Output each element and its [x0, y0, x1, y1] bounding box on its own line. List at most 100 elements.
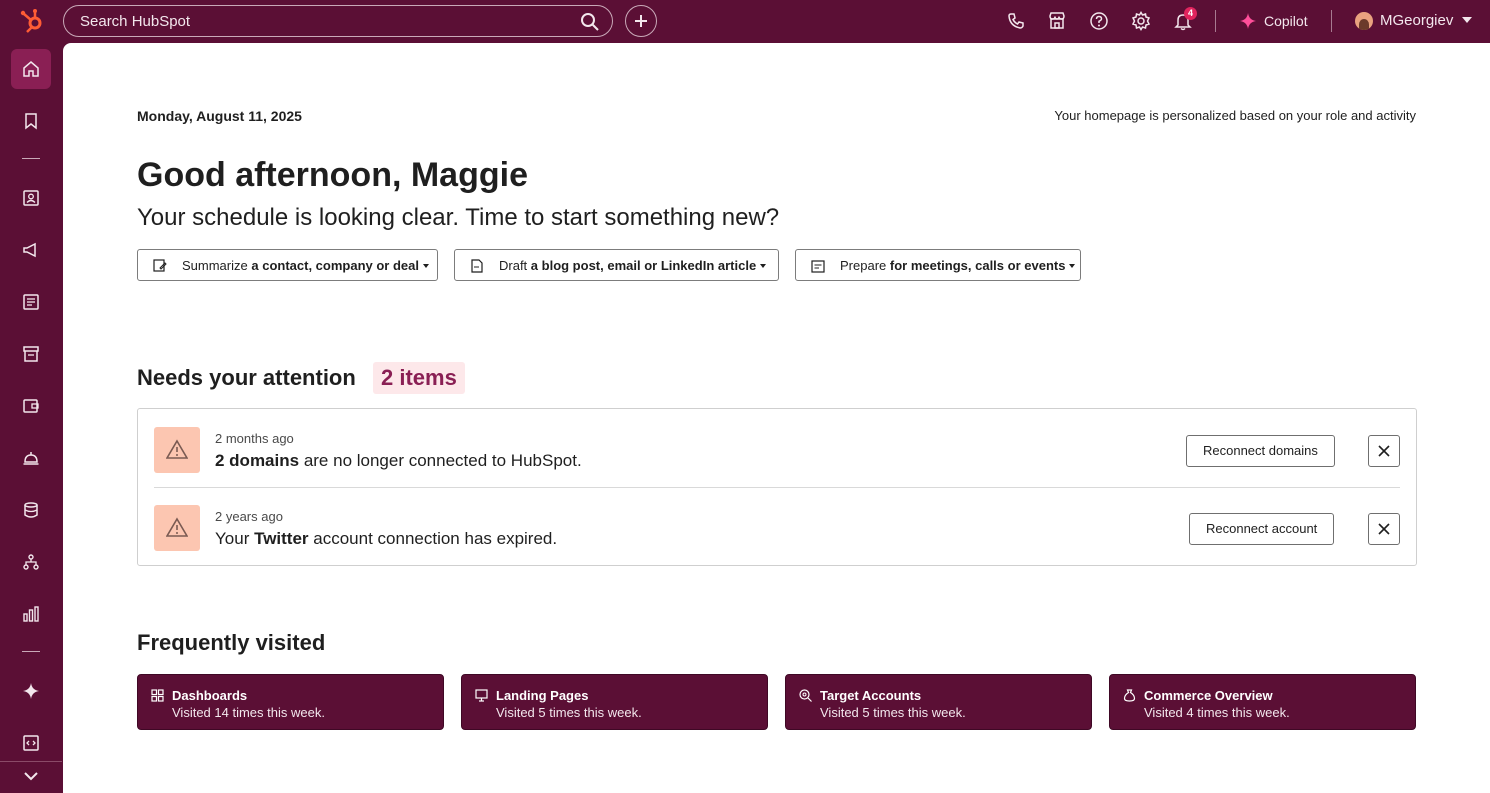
nav-data-management[interactable] — [11, 490, 51, 530]
topbar-divider — [1331, 10, 1332, 32]
nav-service[interactable] — [11, 438, 51, 478]
nav-sales[interactable] — [11, 386, 51, 426]
warning-icon-box — [154, 505, 200, 551]
page-subtitle: Your schedule is looking clear. Time to … — [137, 204, 780, 231]
contacts-icon — [23, 190, 39, 206]
close-icon — [1378, 445, 1390, 457]
summarize-icon — [153, 259, 167, 272]
frequent-title: Frequently visited — [137, 630, 326, 655]
attention-title: Needs your attention — [137, 365, 356, 390]
current-date: Monday, August 11, 2025 — [137, 108, 302, 124]
phone-icon[interactable] — [1006, 11, 1026, 31]
nav-commerce[interactable] — [11, 334, 51, 374]
nav-divider — [0, 761, 62, 762]
attention-count-badge: 2 items — [373, 362, 465, 394]
nav-separator — [22, 158, 40, 159]
dismiss-button[interactable] — [1368, 435, 1400, 467]
summarize-label: Summarize a contact, company or deal — [182, 258, 429, 273]
warning-icon-box — [154, 427, 200, 473]
draft-label: Draft a blog post, email or LinkedIn art… — [499, 258, 767, 273]
workflow-icon — [23, 554, 39, 570]
visited-card-subtitle: Visited 4 times this week. — [1144, 705, 1290, 720]
monitor-icon — [475, 689, 488, 702]
nav-automation[interactable] — [11, 542, 51, 582]
summarize-button[interactable]: Summarize a contact, company or deal — [137, 249, 438, 281]
draft-icon — [471, 259, 483, 273]
money-bag-icon — [1123, 689, 1136, 702]
target-search-icon — [799, 689, 812, 702]
help-icon[interactable] — [1089, 11, 1109, 31]
megaphone-icon — [23, 242, 36, 258]
content-icon — [23, 294, 39, 310]
attention-message: 2 domains are no longer connected to Hub… — [215, 451, 582, 470]
main-content: Monday, August 11, 2025 Your homepage is… — [63, 43, 1490, 793]
wallet-icon — [23, 399, 39, 413]
create-button[interactable] — [625, 5, 657, 37]
search-placeholder: Search HubSpot — [80, 13, 191, 30]
plus-icon — [635, 15, 647, 27]
prepare-button[interactable]: Prepare for meetings, calls or events — [795, 249, 1081, 281]
bar-chart-icon — [23, 606, 39, 622]
sparkle-icon — [1240, 13, 1256, 29]
visited-card-subtitle: Visited 5 times this week. — [496, 705, 642, 720]
hubspot-logo-icon[interactable] — [18, 7, 46, 35]
prepare-icon — [811, 260, 825, 273]
draft-button[interactable]: Draft a blog post, email or LinkedIn art… — [454, 249, 779, 281]
bookmark-icon — [25, 113, 37, 130]
visited-card-landing-pages[interactable]: Landing Pages Visited 5 times this week. — [461, 674, 768, 730]
nav-home[interactable] — [11, 49, 51, 89]
attention-time: 2 months ago — [215, 431, 294, 446]
visited-card-subtitle: Visited 5 times this week. — [820, 705, 966, 720]
nav-development[interactable] — [11, 723, 51, 763]
warning-icon — [166, 517, 188, 537]
list-item: 2 years ago Your Twitter account connect… — [154, 497, 1400, 559]
nav-breeze[interactable] — [11, 671, 51, 711]
left-navigation — [0, 42, 62, 793]
sparkle-icon — [23, 683, 39, 699]
copilot-label: Copilot — [1264, 13, 1308, 29]
avatar — [1355, 12, 1373, 30]
list-item: 2 months ago 2 domains are no longer con… — [154, 419, 1400, 481]
dismiss-button[interactable] — [1368, 513, 1400, 545]
visited-card-commerce-overview[interactable]: Commerce Overview Visited 4 times this w… — [1109, 674, 1416, 730]
search-input[interactable]: Search HubSpot — [63, 5, 613, 37]
reconnect-domains-button[interactable]: Reconnect domains — [1186, 435, 1335, 467]
visited-card-dashboards[interactable]: Dashboards Visited 14 times this week. — [137, 674, 444, 730]
top-bar: Search HubSpot 4 Copilot MGeorgiev — [0, 0, 1490, 42]
home-icon — [23, 61, 39, 77]
visited-card-subtitle: Visited 14 times this week. — [172, 705, 325, 720]
nav-reporting[interactable] — [11, 594, 51, 634]
visited-card-title: Target Accounts — [820, 688, 922, 703]
chevron-down-icon — [24, 772, 38, 781]
nav-expand[interactable] — [11, 764, 51, 790]
page-title: Good afternoon, Maggie — [137, 156, 528, 194]
visited-card-title: Landing Pages — [496, 688, 589, 703]
nav-separator — [22, 651, 40, 652]
notification-badge: 4 — [1184, 7, 1197, 20]
attention-list: 2 months ago 2 domains are no longer con… — [137, 408, 1417, 566]
attention-time: 2 years ago — [215, 509, 283, 524]
chevron-down-icon — [1462, 17, 1472, 23]
visited-card-title: Commerce Overview — [1144, 688, 1273, 703]
visited-card-target-accounts[interactable]: Target Accounts Visited 5 times this wee… — [785, 674, 1092, 730]
close-icon — [1378, 523, 1390, 535]
attention-message: Your Twitter account connection has expi… — [215, 529, 558, 548]
personalized-note: Your homepage is personalized based on y… — [1054, 108, 1416, 123]
search-icon[interactable] — [580, 12, 600, 32]
database-icon — [24, 502, 38, 518]
nav-content[interactable] — [11, 282, 51, 322]
visited-card-title: Dashboards — [172, 688, 248, 703]
nav-marketing[interactable] — [11, 230, 51, 270]
prepare-label: Prepare for meetings, calls or events — [840, 258, 1076, 273]
warning-icon — [166, 439, 188, 459]
settings-icon[interactable] — [1131, 11, 1151, 31]
store-icon — [23, 346, 39, 362]
marketplace-icon[interactable] — [1047, 11, 1067, 31]
nav-contacts[interactable] — [11, 178, 51, 218]
reconnect-account-button[interactable]: Reconnect account — [1189, 513, 1335, 545]
nav-bookmarks[interactable] — [11, 101, 51, 141]
dashboard-icon — [151, 689, 164, 702]
topbar-divider — [1215, 10, 1216, 32]
user-name: MGeorgiev — [1380, 12, 1454, 29]
row-divider — [154, 487, 1400, 488]
